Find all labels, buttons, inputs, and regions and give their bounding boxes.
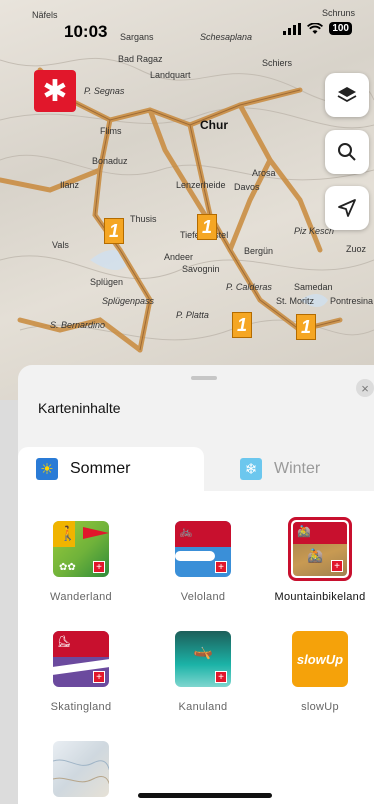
location-arrow-icon — [338, 199, 356, 217]
map-label: Landquart — [150, 70, 191, 80]
route-marker[interactable]: 1 — [296, 314, 316, 340]
tile-label: slowUp — [301, 701, 339, 713]
map-label: Ilanz — [60, 180, 80, 190]
slowup-icon: slowUp — [292, 631, 348, 687]
tile-label: Wanderland — [50, 591, 112, 603]
cycling-icon: 🚲 + — [175, 521, 231, 577]
tile-label: Kanuland — [178, 701, 228, 713]
sun-icon: ☀ — [36, 458, 58, 480]
tab-sommer[interactable]: ☀ Sommer — [18, 447, 204, 491]
tile-kanuland[interactable]: 🛶 + Kanuland — [148, 631, 258, 713]
search-icon — [338, 143, 356, 161]
map-label: Lenzerheide — [176, 180, 226, 190]
route-marker[interactable]: 1 — [197, 214, 217, 240]
tab-winter[interactable]: ❄ Winter — [204, 447, 374, 491]
map-thumbnail-icon — [53, 741, 109, 797]
map-label: Splügenpass — [102, 296, 155, 306]
layers-icon — [337, 87, 357, 103]
tile-grid: 🚶 ✿✿ + Wanderland 🚲 + Veloland 🚵 🚵 + Mou… — [18, 491, 374, 804]
tile-label: Veloland — [180, 591, 226, 603]
hiking-icon: 🚶 ✿✿ + — [53, 521, 109, 577]
home-indicator — [138, 793, 272, 798]
map-label: P. Calderas — [226, 282, 272, 292]
close-button[interactable]: × — [356, 379, 374, 397]
wifi-icon — [307, 22, 324, 34]
tile-veloland[interactable]: 🚲 + Veloland — [148, 521, 258, 603]
map-label: Thusis — [130, 214, 157, 224]
battery-icon: 100 — [329, 22, 352, 35]
map-terrain — [0, 57, 374, 353]
canoe-icon: 🛶 + — [175, 631, 231, 687]
map-label: Flims — [100, 126, 122, 136]
map-label: St. Moritz — [276, 296, 315, 306]
map-label: Samedan — [294, 282, 333, 292]
season-tabs: ☀ Sommer ❄ Winter — [18, 447, 374, 491]
tile-label: Skatingland — [50, 701, 112, 713]
sheet-grabber[interactable] — [191, 376, 217, 380]
map-label: S. Bernardino — [50, 320, 106, 330]
map-label: Zuoz — [346, 244, 367, 254]
map-label: P. Platta — [176, 310, 209, 320]
route-marker[interactable]: 1 — [232, 312, 252, 338]
map-label: Bad Ragaz — [118, 54, 163, 64]
map-label: Andeer — [164, 252, 194, 262]
snowflake-icon: ❄ — [240, 458, 262, 480]
tile-slowup[interactable]: slowUp slowUp — [265, 631, 374, 713]
swissmobile-logo[interactable]: ✱ — [34, 70, 76, 112]
map-label: Sargans — [120, 32, 154, 42]
map-label: Pontresina — [330, 296, 374, 306]
map-label: Schesaplana — [200, 32, 253, 42]
tile-skatingland[interactable]: ⛸ + Skatingland — [26, 631, 136, 713]
tile-label: Mountainbikeland — [274, 591, 366, 603]
tab-label: Winter — [274, 460, 321, 477]
signal-icon — [283, 22, 302, 35]
map-label: Chur — [200, 118, 228, 132]
map-label: Schiers — [262, 58, 293, 68]
skating-icon: ⛸ + — [53, 631, 109, 687]
map-label: Davos — [234, 182, 260, 192]
status-icons: 100 — [283, 22, 352, 35]
map-view[interactable]: Näfels Sargans Schesaplana Schruns Bad R… — [0, 0, 374, 400]
slowup-logo-text: slowUp — [296, 651, 344, 667]
layers-button[interactable] — [325, 73, 369, 117]
tile-map-base[interactable] — [26, 741, 136, 797]
mountainbike-icon: 🚵 🚵 + — [288, 517, 352, 581]
map-label: Bonaduz — [92, 156, 128, 166]
search-button[interactable] — [325, 130, 369, 174]
map-label: Savognin — [182, 264, 220, 274]
map-label: Arosa — [252, 168, 276, 178]
map-label: Bergün — [244, 246, 274, 256]
map-label: Schruns — [322, 8, 356, 18]
tile-wanderland[interactable]: 🚶 ✿✿ + Wanderland — [26, 521, 136, 603]
sheet-title: Karteninhalte — [38, 400, 121, 416]
map-label: Näfels — [32, 10, 58, 20]
status-time: 10:03 — [64, 22, 108, 41]
map-label: P. Segnas — [84, 86, 125, 96]
route-marker[interactable]: 1 — [104, 218, 124, 244]
tile-mountainbikeland[interactable]: 🚵 🚵 + Mountainbikeland — [265, 517, 374, 603]
map-label: Vals — [52, 240, 69, 250]
tab-label: Sommer — [70, 460, 131, 477]
locate-button[interactable] — [325, 186, 369, 230]
map-label: Splügen — [90, 277, 124, 287]
